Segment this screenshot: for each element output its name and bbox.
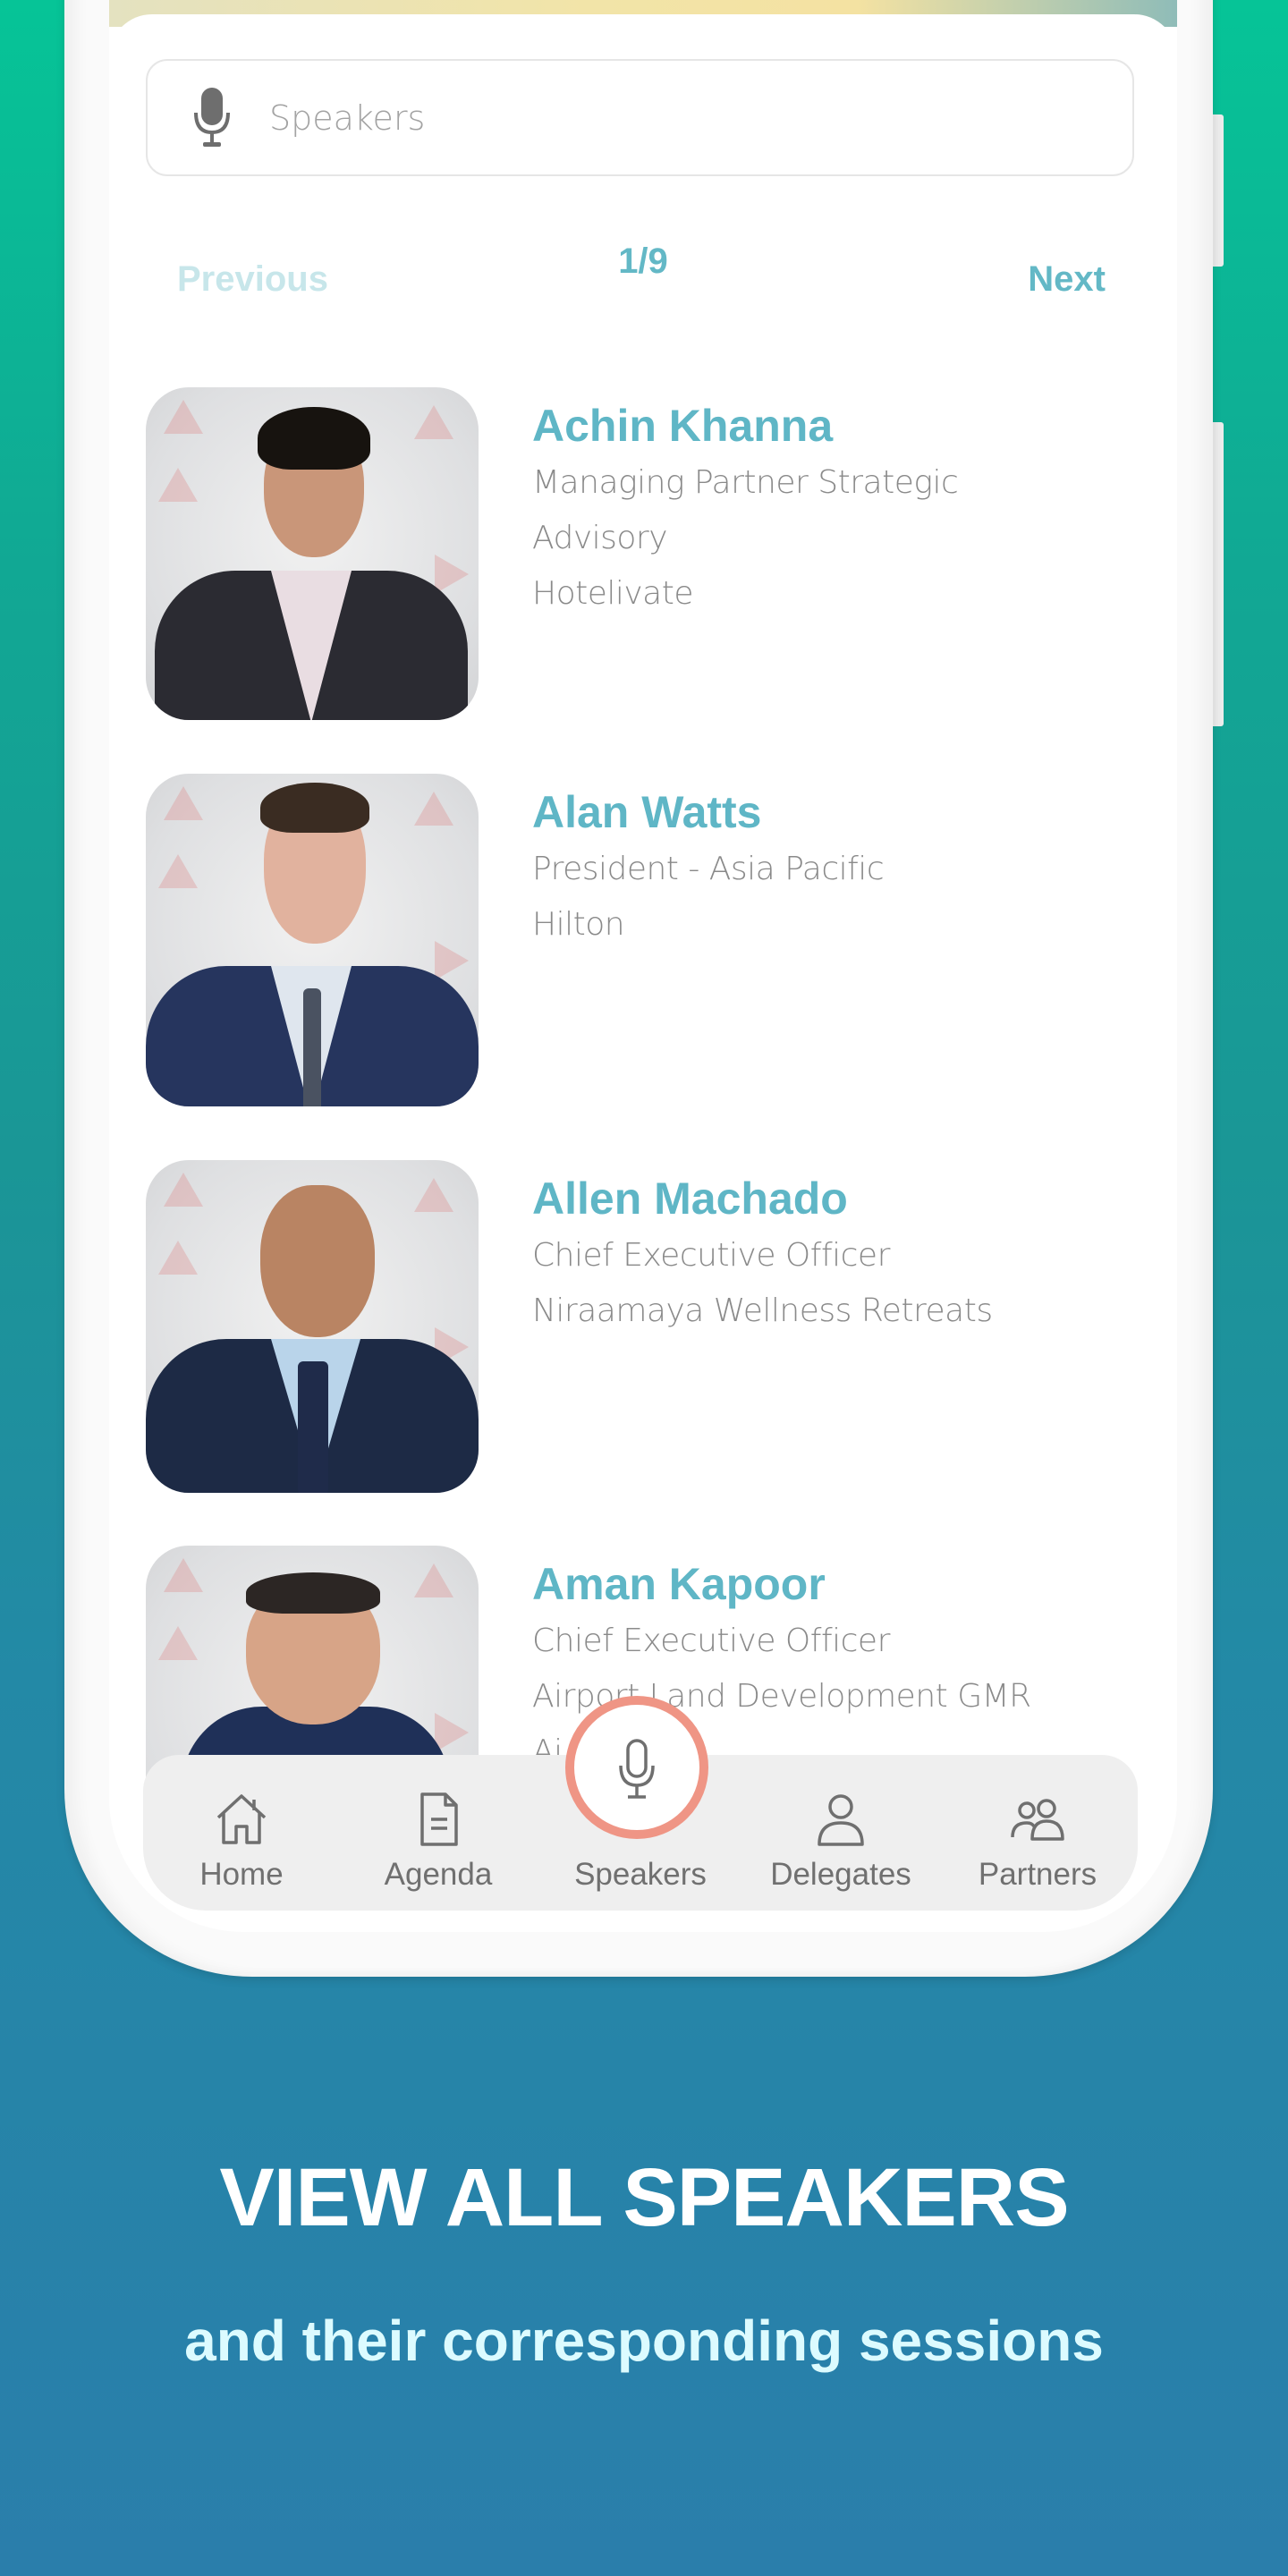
nav-item-home[interactable]: Home xyxy=(143,1755,340,1911)
next-button[interactable]: Next xyxy=(1028,259,1106,300)
speaker-photo xyxy=(146,1160,479,1493)
speaker-name: Alan Watts xyxy=(532,787,762,837)
speaker-detail: Hotelivate xyxy=(532,575,694,612)
nav-item-partners[interactable]: Partners xyxy=(939,1755,1136,1911)
speaker-detail: Niraamaya Wellness Retreats xyxy=(532,1292,993,1329)
speaker-detail: Advisory xyxy=(532,520,668,556)
speaker-name: Allen Machado xyxy=(532,1174,848,1224)
speaker-card[interactable]: Allen Machado Chief Executive Officer Ni… xyxy=(146,1160,1139,1493)
nav-label: Speakers xyxy=(574,1857,707,1892)
person-icon xyxy=(818,1794,864,1846)
nav-item-delegates[interactable]: Delegates xyxy=(742,1755,939,1911)
speaker-card[interactable]: Achin Khanna Managing Partner Strategic … xyxy=(146,387,1139,720)
speaker-detail: Managing Partner Strategic xyxy=(532,464,959,501)
page-indicator: 1/9 xyxy=(618,242,668,281)
speaker-card[interactable]: Alan Watts President - Asia Pacific Hilt… xyxy=(146,774,1139,1106)
app-screen: Previous 1/9 Next Achin Khanna Managing … xyxy=(109,0,1177,1932)
speaker-info: Allen Machado Chief Executive Officer Ni… xyxy=(532,1160,1140,1339)
microphone-icon xyxy=(194,87,230,147)
speaker-info: Alan Watts President - Asia Pacific Hilt… xyxy=(532,774,1140,953)
speaker-photo xyxy=(146,387,479,720)
speaker-name: Achin Khanna xyxy=(532,401,834,451)
speaker-detail: Hilton xyxy=(532,906,625,943)
speakers-active-button[interactable] xyxy=(565,1696,708,1839)
nav-label: Delegates xyxy=(770,1857,911,1892)
speaker-photo xyxy=(146,774,479,1106)
nav-item-agenda[interactable]: Agenda xyxy=(340,1755,537,1911)
speaker-detail: Chief Executive Officer xyxy=(532,1237,890,1274)
speaker-name: Aman Kapoor xyxy=(532,1559,826,1609)
speaker-detail: President - Asia Pacific xyxy=(532,851,885,887)
speaker-info: Achin Khanna Managing Partner Strategic … xyxy=(532,387,1140,622)
promo-subheadline: and their corresponding sessions xyxy=(184,2309,1104,2373)
microphone-icon xyxy=(619,1739,655,1799)
search-input[interactable] xyxy=(267,97,1076,139)
home-icon xyxy=(216,1794,267,1844)
volume-button xyxy=(1213,114,1224,267)
promo-headline: VIEW ALL SPEAKERS xyxy=(219,2152,1069,2243)
nav-label: Partners xyxy=(978,1857,1097,1892)
search-field[interactable] xyxy=(146,59,1134,176)
document-icon xyxy=(420,1792,458,1846)
nav-label: Agenda xyxy=(384,1857,493,1892)
nav-label: Home xyxy=(199,1857,284,1892)
pagination: Previous 1/9 Next xyxy=(109,242,1177,313)
power-button xyxy=(1213,422,1224,726)
people-icon xyxy=(1011,1799,1064,1841)
speaker-detail: Chief Executive Officer xyxy=(532,1623,890,1659)
